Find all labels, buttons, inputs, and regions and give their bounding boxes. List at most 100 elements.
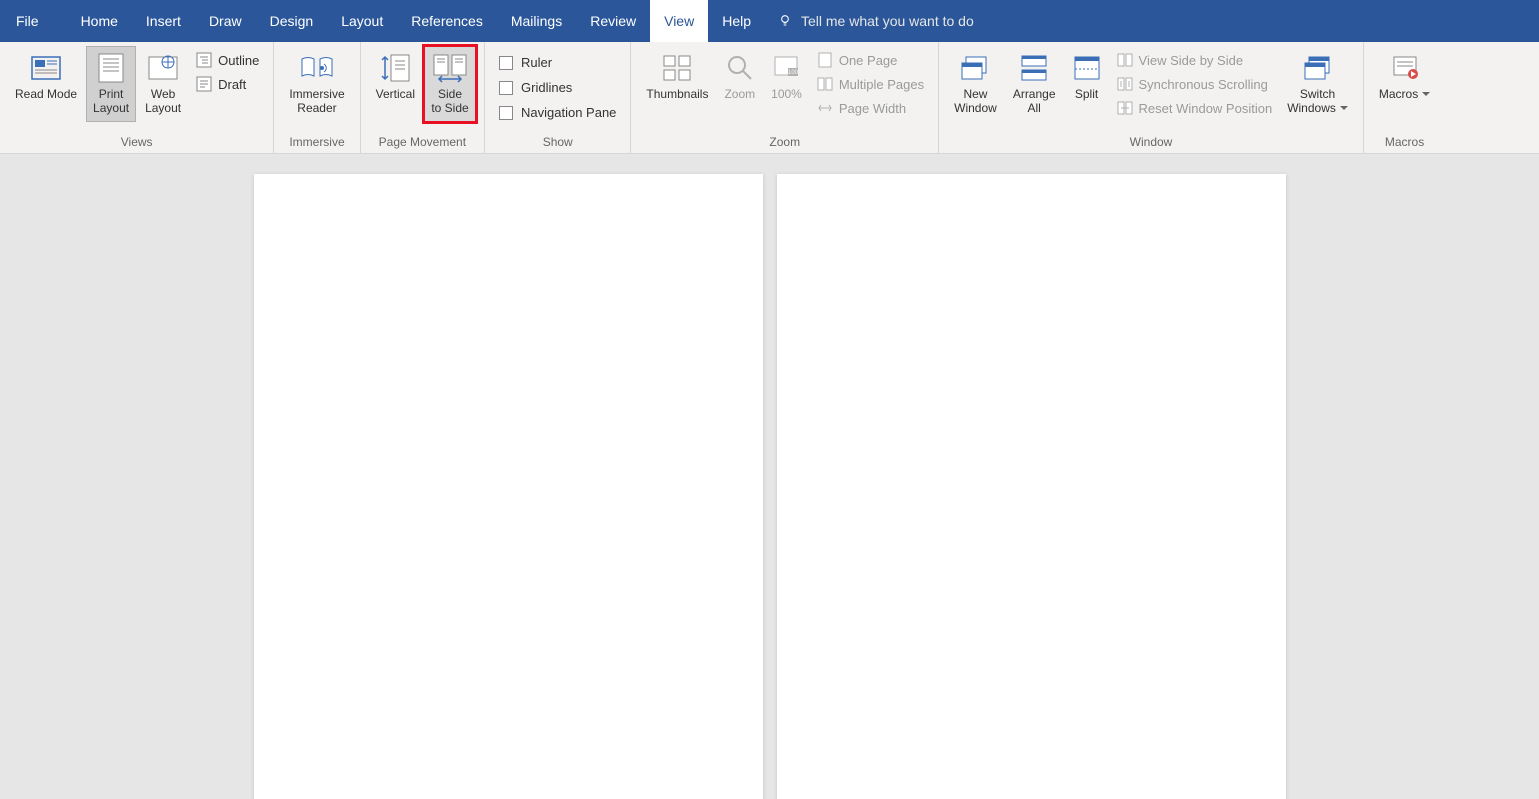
- switch-windows-label: Switch Windows: [1287, 87, 1348, 116]
- new-window-label: New Window: [954, 87, 997, 116]
- group-immersive-label: Immersive: [282, 133, 351, 153]
- lightbulb-icon: [777, 13, 793, 29]
- web-layout-icon: [148, 54, 178, 82]
- group-show: Ruler Gridlines Navigation Pane Show: [485, 42, 631, 153]
- group-window-label: Window: [947, 133, 1355, 153]
- group-show-label: Show: [493, 133, 622, 153]
- group-zoom: Thumbnails Zoom 100 100% One Page Multip…: [631, 42, 939, 153]
- print-layout-label: Print Layout: [93, 87, 129, 116]
- side-to-side-label: Side to Side: [431, 87, 468, 116]
- vertical-label: Vertical: [376, 87, 415, 101]
- one-page-icon: [818, 52, 832, 68]
- menu-file[interactable]: File: [0, 0, 55, 42]
- reset-window-position-icon: [1117, 101, 1133, 115]
- switch-windows-button[interactable]: Switch Windows: [1280, 46, 1355, 122]
- zoom-100-label: 100%: [771, 87, 802, 101]
- page-width-button: Page Width: [815, 98, 926, 118]
- multiple-pages-label: Multiple Pages: [839, 77, 924, 92]
- zoom-icon: [726, 54, 754, 82]
- menu-references[interactable]: References: [397, 0, 497, 42]
- draft-label: Draft: [218, 77, 246, 92]
- page-width-icon: [817, 101, 833, 115]
- multiple-pages-button: Multiple Pages: [815, 74, 926, 94]
- menu-review[interactable]: Review: [576, 0, 650, 42]
- menu-layout[interactable]: Layout: [327, 0, 397, 42]
- one-page-button: One Page: [815, 50, 926, 70]
- immersive-reader-icon: [300, 54, 334, 82]
- split-icon: [1073, 55, 1101, 81]
- group-zoom-label: Zoom: [639, 133, 930, 153]
- side-to-side-icon: [431, 53, 469, 83]
- arrange-all-icon: [1020, 54, 1048, 82]
- view-side-by-side-button: View Side by Side: [1115, 50, 1275, 70]
- menu-mailings[interactable]: Mailings: [497, 0, 576, 42]
- page-width-label: Page Width: [839, 101, 906, 116]
- outline-button[interactable]: Outline: [194, 50, 261, 70]
- thumbnails-button[interactable]: Thumbnails: [639, 46, 715, 122]
- synchronous-scrolling-label: Synchronous Scrolling: [1139, 77, 1268, 92]
- tell-me-search[interactable]: Tell me what you want to do: [765, 0, 986, 42]
- navigation-pane-label: Navigation Pane: [521, 105, 616, 120]
- read-mode-button[interactable]: Read Mode: [8, 46, 84, 122]
- gridlines-checkbox[interactable]: Gridlines: [497, 77, 618, 98]
- zoom-100-button: 100 100%: [764, 46, 809, 122]
- checkbox-icon: [499, 106, 513, 120]
- group-macros-label: Macros: [1372, 133, 1437, 153]
- group-macros: Macros Macros: [1364, 42, 1445, 153]
- menubar: File Home Insert Draw Design Layout Refe…: [0, 0, 1539, 42]
- ruler-checkbox[interactable]: Ruler: [497, 52, 618, 73]
- arrange-all-button[interactable]: Arrange All: [1006, 46, 1063, 122]
- switch-windows-icon: [1303, 55, 1333, 81]
- navigation-pane-checkbox[interactable]: Navigation Pane: [497, 102, 618, 123]
- view-side-by-side-icon: [1117, 53, 1133, 67]
- group-window: New Window Arrange All Split View Side b…: [939, 42, 1364, 153]
- document-page-1[interactable]: [254, 174, 763, 799]
- immersive-reader-label: Immersive Reader: [289, 87, 344, 116]
- new-window-button[interactable]: New Window: [947, 46, 1004, 122]
- group-views: Read Mode Print Layout Web Layout Outlin…: [0, 42, 274, 153]
- reset-window-position-button: Reset Window Position: [1115, 98, 1275, 118]
- immersive-reader-button[interactable]: Immersive Reader: [282, 46, 351, 122]
- group-page-movement-label: Page Movement: [369, 133, 476, 153]
- zoom-button: Zoom: [717, 46, 762, 122]
- menu-help[interactable]: Help: [708, 0, 765, 42]
- side-to-side-button[interactable]: Side to Side: [424, 46, 476, 122]
- print-layout-button[interactable]: Print Layout: [86, 46, 136, 122]
- new-window-icon: [960, 55, 990, 81]
- web-layout-button[interactable]: Web Layout: [138, 46, 188, 122]
- macros-button[interactable]: Macros: [1372, 46, 1437, 122]
- tell-me-label: Tell me what you want to do: [801, 13, 974, 29]
- document-page-2[interactable]: [777, 174, 1286, 799]
- draft-button[interactable]: Draft: [194, 74, 261, 94]
- group-immersive: Immersive Reader Immersive: [274, 42, 360, 153]
- menu-draw[interactable]: Draw: [195, 0, 256, 42]
- checkbox-icon: [499, 81, 513, 95]
- outline-label: Outline: [218, 53, 259, 68]
- svg-text:100: 100: [788, 70, 799, 76]
- ruler-label: Ruler: [521, 55, 552, 70]
- split-label: Split: [1075, 87, 1098, 101]
- macros-icon: [1391, 54, 1419, 82]
- gridlines-label: Gridlines: [521, 80, 572, 95]
- synchronous-scrolling-button: Synchronous Scrolling: [1115, 74, 1275, 94]
- menu-insert[interactable]: Insert: [132, 0, 195, 42]
- group-views-label: Views: [8, 133, 265, 153]
- thumbnails-icon: [662, 54, 692, 82]
- web-layout-label: Web Layout: [145, 87, 181, 116]
- document-area[interactable]: [0, 154, 1539, 799]
- outline-icon: [196, 52, 212, 68]
- zoom-label: Zoom: [724, 87, 755, 101]
- vertical-icon: [379, 53, 411, 83]
- zoom-100-icon: 100: [772, 54, 800, 82]
- menu-home[interactable]: Home: [67, 0, 132, 42]
- thumbnails-label: Thumbnails: [646, 87, 708, 101]
- reset-window-position-label: Reset Window Position: [1139, 101, 1273, 116]
- draft-icon: [196, 76, 212, 92]
- vertical-button[interactable]: Vertical: [369, 46, 422, 122]
- menu-design[interactable]: Design: [256, 0, 328, 42]
- split-button[interactable]: Split: [1065, 46, 1109, 122]
- macros-label: Macros: [1379, 87, 1430, 101]
- menu-view[interactable]: View: [650, 0, 708, 42]
- group-page-movement: Vertical Side to Side Page Movement: [361, 42, 485, 153]
- arrange-all-label: Arrange All: [1013, 87, 1056, 116]
